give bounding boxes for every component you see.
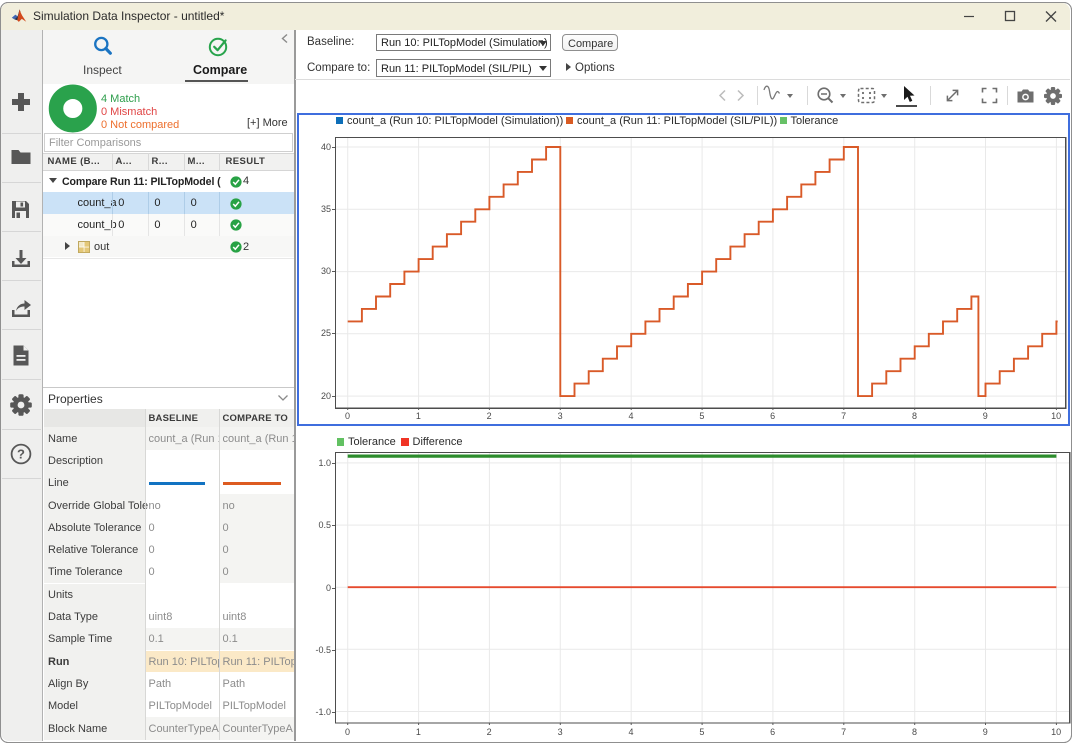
svg-text:?: ? — [17, 447, 25, 462]
